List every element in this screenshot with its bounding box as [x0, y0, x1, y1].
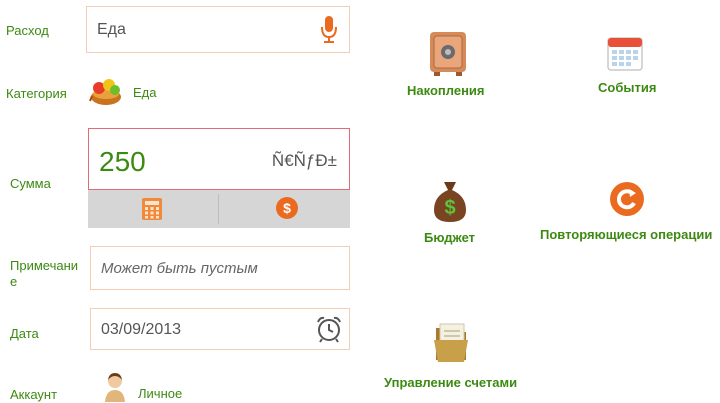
amount-label: Сумма — [10, 176, 51, 191]
amount-tools-bar: $ — [88, 190, 350, 228]
expense-label: Расход — [6, 23, 49, 38]
date-field[interactable]: 03/09/2013 — [90, 308, 350, 350]
user-avatar-icon[interactable] — [104, 372, 126, 402]
folder-icon[interactable] — [432, 320, 472, 364]
expense-field[interactable]: Еда — [86, 6, 350, 53]
svg-text:$: $ — [444, 197, 455, 219]
note-label-line1: Примечани — [10, 258, 79, 273]
tile-budget-label[interactable]: Бюджет — [424, 230, 475, 245]
note-placeholder: Может быть пустым — [101, 260, 258, 277]
tile-recurring-label[interactable]: Повторяющиеся операции — [540, 227, 712, 242]
microphone-icon[interactable] — [320, 15, 338, 45]
amount-value: 250 — [99, 146, 146, 177]
category-value[interactable]: Еда — [133, 85, 157, 101]
date-value: 03/09/2013 — [101, 321, 182, 338]
calculator-icon[interactable] — [142, 198, 162, 220]
category-label: Категория — [6, 86, 67, 101]
svg-text:$: $ — [283, 200, 291, 216]
currency-text: Ñ€ÑƒÐ± — [271, 151, 337, 170]
note-label: Примечани е — [10, 258, 78, 290]
account-value[interactable]: Личное — [138, 386, 182, 402]
tile-savings-label[interactable]: Накопления — [407, 83, 485, 98]
expense-value: Еда — [97, 21, 126, 38]
recurring-refresh-icon[interactable] — [608, 180, 646, 218]
tile-events-label[interactable]: События — [598, 80, 656, 95]
alarm-clock-icon[interactable] — [315, 315, 343, 343]
tools-divider — [218, 194, 219, 224]
tile-accounts-label[interactable]: Управление счетами — [384, 375, 517, 390]
food-basket-icon[interactable] — [88, 75, 124, 107]
money-bag-icon[interactable]: $ — [430, 178, 470, 224]
note-field[interactable]: Может быть пустым — [90, 246, 350, 290]
account-label: Аккаунт — [10, 387, 58, 402]
note-label-line2: е — [10, 274, 18, 289]
amount-field[interactable]: 250 Ñ€ÑƒÐ± — [88, 128, 350, 190]
date-label: Дата — [10, 326, 39, 341]
safe-icon[interactable] — [428, 30, 468, 78]
calendar-icon[interactable] — [606, 34, 644, 72]
dollar-coin-icon[interactable]: $ — [275, 196, 299, 220]
